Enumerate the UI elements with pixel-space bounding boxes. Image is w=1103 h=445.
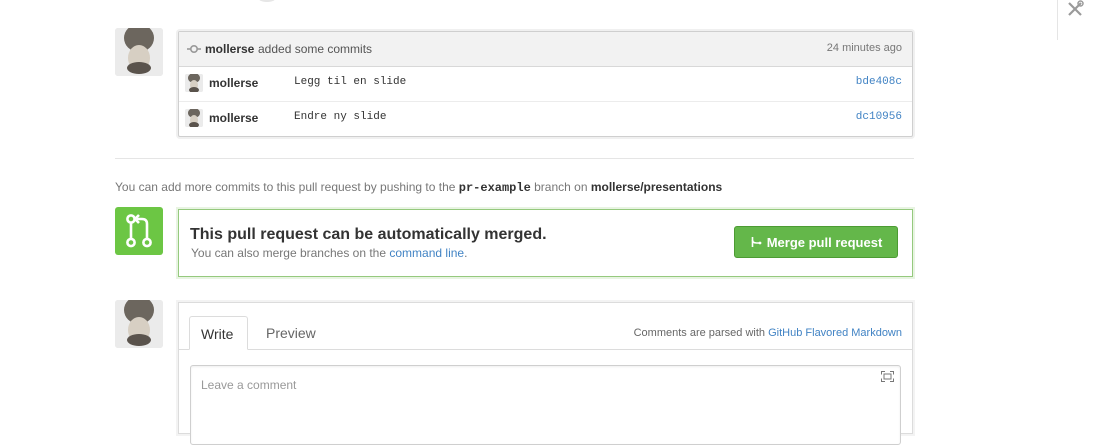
commits-panel: mollerse added some commits 24 minutes a… [178, 31, 913, 137]
commit-icon [187, 44, 201, 54]
command-line-link[interactable]: command line [389, 246, 464, 260]
merge-icon [751, 237, 762, 247]
merge-subtitle-text: You can also merge branches on the [191, 246, 387, 260]
commits-timestamp[interactable]: 24 minutes ago [827, 42, 902, 54]
merge-panel: This pull request can be automatically m… [178, 209, 913, 277]
avatar[interactable] [185, 109, 203, 127]
markdown-link[interactable]: GitHub Flavored Markdown [768, 327, 902, 339]
sidebar-divider [1057, 0, 1058, 40]
merge-status-title: This pull request can be automatically m… [190, 226, 547, 243]
git-merge-icon [126, 214, 152, 248]
repo-name[interactable]: mollerse/presentations [591, 180, 722, 194]
avatar[interactable] [185, 74, 203, 92]
branch-name: pr-example [458, 181, 531, 195]
markdown-note-text: Comments are parsed with [633, 327, 766, 339]
comment-textarea[interactable]: Leave a comment [190, 365, 901, 445]
commits-header: mollerse added some commits 24 minutes a… [179, 32, 912, 67]
push-info-middle: branch on [534, 180, 588, 194]
commit-sha-link[interactable]: dc10956 [856, 111, 902, 123]
tab-write[interactable]: Write [189, 316, 248, 350]
avatar[interactable] [115, 28, 163, 76]
commit-message[interactable]: Endre ny slide [294, 111, 386, 123]
avatar-remnant [254, 0, 280, 2]
commit-sha-link[interactable]: bde408c [856, 76, 902, 88]
merge-subtitle-suffix: . [464, 246, 468, 260]
markdown-note: Comments are parsed with GitHub Flavored… [634, 327, 902, 339]
comment-form: Write Preview Comments are parsed with G… [178, 302, 913, 445]
merge-button-label: Merge pull request [766, 234, 883, 250]
merge-pull-request-button[interactable]: Merge pull request [734, 226, 898, 258]
tools-icon[interactable] [1066, 0, 1086, 18]
avatar[interactable] [115, 300, 163, 348]
tab-preview[interactable]: Preview [255, 316, 327, 350]
push-info-text: You can add more commits to this pull re… [115, 180, 456, 194]
commit-author[interactable]: mollerse [209, 76, 258, 90]
commits-action: added some commits [258, 42, 373, 56]
push-info: You can add more commits to this pull re… [115, 180, 722, 195]
divider [115, 158, 914, 159]
commits-author[interactable]: mollerse [205, 42, 254, 56]
merge-subtitle: You can also merge branches on the comma… [191, 246, 467, 260]
merge-status-badge [115, 207, 163, 255]
fullscreen-icon[interactable] [881, 371, 894, 382]
commit-message[interactable]: Legg til en slide [294, 76, 406, 88]
commit-author[interactable]: mollerse [209, 111, 258, 125]
commit-row: mollerse Legg til en slide bde408c [179, 67, 912, 102]
commit-row: mollerse Endre ny slide dc10956 [179, 102, 912, 136]
comment-placeholder: Leave a comment [201, 378, 297, 392]
